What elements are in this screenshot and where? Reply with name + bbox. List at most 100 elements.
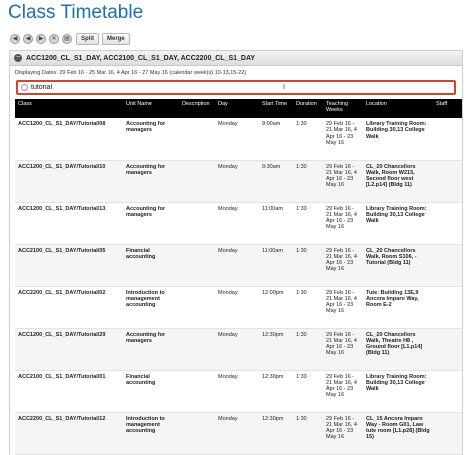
- toolbar: ◀ ◀ ▶ ✕ ▤ Split Merge: [10, 31, 130, 46]
- duration-cell: 1:30: [293, 202, 323, 245]
- teaching-weeks-cell: 29 Feb 16 - 21 Mar 16, 4 Apr 16 - 23 May…: [323, 412, 363, 455]
- class-link[interactable]: ACC2200_CL_S1_DAY/Tutorial/12: [15, 412, 123, 455]
- teaching-weeks-cell: 29 Feb 16 - 21 Mar 16, 4 Apr 16 - 23 May…: [323, 202, 363, 245]
- panel-title: ACC1200_CL_S1_DAY, ACC2100_CL_S1_DAY, AC…: [26, 54, 256, 62]
- col-header-start-time[interactable]: Start Time: [259, 99, 293, 118]
- col-header-description[interactable]: Description: [179, 99, 215, 118]
- unit-name-link[interactable]: Accounting for managers: [123, 202, 179, 245]
- table-row: ACC2200_CL_S1_DAY/Tutorial/12 Introducti…: [15, 412, 462, 455]
- day-cell: Monday: [215, 412, 259, 455]
- class-link[interactable]: ACC1200_CL_S1_DAY/Tutorial/10: [15, 160, 123, 203]
- duration-cell: 1:30: [293, 118, 323, 161]
- duration-cell: 1:30: [293, 328, 323, 371]
- description-cell: [179, 202, 215, 245]
- class-link[interactable]: ACC1200_CL_S1_DAY/Tutorial/08: [15, 118, 123, 161]
- collapse-icon[interactable]: −: [14, 54, 22, 62]
- staff-cell: [433, 286, 462, 329]
- table-row: ACC1200_CL_S1_DAY/Tutorial/08 Accounting…: [15, 118, 462, 161]
- staff-cell: [433, 370, 462, 413]
- staff-cell: [433, 202, 462, 245]
- filter-box[interactable]: I: [16, 80, 456, 95]
- description-cell: [179, 244, 215, 287]
- description-cell: [179, 370, 215, 413]
- start-time-cell: 12:30pm: [259, 412, 293, 455]
- location-link[interactable]: Tute: Building 13E,9 Ancora Imparo Way, …: [363, 286, 433, 329]
- description-cell: [179, 412, 215, 455]
- col-header-duration[interactable]: Duration: [293, 99, 323, 118]
- location-link[interactable]: CL_15 Ancora Imparo Way - Room G01, Law …: [363, 412, 433, 455]
- unit-name-link[interactable]: Accounting for managers: [123, 328, 179, 371]
- location-link[interactable]: CL_20 Chancellors Walk, Theatre H8 , Gro…: [363, 328, 433, 371]
- col-header-teaching-weeks[interactable]: Teaching Weeks: [323, 99, 363, 118]
- timetable-table: Class Unit Name Description Day Start Ti…: [15, 99, 462, 455]
- unit-name-link[interactable]: Financial accounting: [123, 370, 179, 413]
- start-time-cell: 12:00pm: [259, 286, 293, 329]
- page-title: Class Timetable: [8, 2, 144, 23]
- teaching-weeks-cell: 29 Feb 16 - 21 Mar 16, 4 Apr 16 - 23 May…: [323, 160, 363, 203]
- staff-cell: [433, 244, 462, 287]
- start-time-cell: 11:00am: [259, 202, 293, 245]
- staff-cell: [433, 412, 462, 455]
- staff-cell: [433, 328, 462, 371]
- timetable-panel: − ACC1200_CL_S1_DAY, ACC2100_CL_S1_DAY, …: [9, 50, 463, 455]
- col-header-location[interactable]: Location: [363, 99, 433, 118]
- duration-cell: 1:30: [293, 244, 323, 287]
- class-link[interactable]: ACC1200_CL_S1_DAY/Tutorial/29: [15, 328, 123, 371]
- duration-cell: 1:30: [293, 286, 323, 329]
- class-link[interactable]: ACC2200_CL_S1_DAY/Tutorial/02: [15, 286, 123, 329]
- location-link[interactable]: Library Training Room: Building 30,13 Co…: [363, 118, 433, 161]
- col-header-unit-name[interactable]: Unit Name: [123, 99, 179, 118]
- displaying-dates: Displaying Dates: 29 Feb 16 - 25 Mar 16,…: [15, 70, 247, 76]
- table-row: ACC2100_CL_S1_DAY/Tutorial/05 Financial …: [15, 244, 462, 287]
- split-button[interactable]: Split: [76, 32, 99, 45]
- class-link[interactable]: ACC1200_CL_S1_DAY/Tutorial/13: [15, 202, 123, 245]
- unit-name-link[interactable]: Accounting for managers: [123, 118, 179, 161]
- table-row: ACC1200_CL_S1_DAY/Tutorial/13 Accounting…: [15, 202, 462, 245]
- text-cursor-icon: I: [283, 84, 285, 91]
- start-time-cell: 9:30am: [259, 160, 293, 203]
- day-cell: Monday: [215, 118, 259, 161]
- location-link[interactable]: Library Training Room: Building 30,13 Co…: [363, 202, 433, 245]
- unit-name-link[interactable]: Financial accounting: [123, 244, 179, 287]
- day-cell: Monday: [215, 328, 259, 371]
- col-header-class[interactable]: Class: [15, 99, 123, 118]
- start-time-cell: 9:00am: [259, 118, 293, 161]
- table-row: ACC2200_CL_S1_DAY/Tutorial/02 Introducti…: [15, 286, 462, 329]
- description-cell: [179, 118, 215, 161]
- duration-cell: 1:30: [293, 160, 323, 203]
- table-row: ACC1200_CL_S1_DAY/Tutorial/10 Accounting…: [15, 160, 462, 203]
- merge-button[interactable]: Merge: [102, 32, 130, 45]
- location-link[interactable]: Library Training Room: Building 30,13 Co…: [363, 370, 433, 413]
- search-icon: [21, 84, 28, 91]
- filter-input[interactable]: [31, 84, 231, 91]
- prev-icon[interactable]: ◀: [23, 33, 33, 44]
- location-link[interactable]: CL_20 Chancellors Walk, Room S106, - Tut…: [363, 244, 433, 287]
- description-cell: [179, 286, 215, 329]
- unit-name-link[interactable]: Introduction to management accounting: [123, 286, 179, 329]
- col-header-day[interactable]: Day: [215, 99, 259, 118]
- table-header-row: Class Unit Name Description Day Start Ti…: [15, 99, 462, 118]
- print-icon[interactable]: ▤: [62, 33, 72, 44]
- unit-name-link[interactable]: Accounting for managers: [123, 160, 179, 203]
- next-icon[interactable]: ▶: [36, 33, 46, 44]
- day-cell: Monday: [215, 370, 259, 413]
- day-cell: Monday: [215, 202, 259, 245]
- location-link[interactable]: CL_20 Chancellors Walk, Room W215, Secon…: [363, 160, 433, 203]
- unit-name-link[interactable]: Introduction to management accounting: [123, 412, 179, 455]
- first-icon[interactable]: ◀: [10, 33, 20, 44]
- teaching-weeks-cell: 29 Feb 16 - 21 Mar 16, 4 Apr 16 - 23 May…: [323, 118, 363, 161]
- teaching-weeks-cell: 29 Feb 16 - 21 Mar 16, 4 Apr 16 - 23 May…: [323, 370, 363, 413]
- panel-header[interactable]: − ACC1200_CL_S1_DAY, ACC2100_CL_S1_DAY, …: [10, 51, 462, 66]
- duration-cell: 1:30: [293, 412, 323, 455]
- duration-cell: 1:30: [293, 370, 323, 413]
- class-link[interactable]: ACC2100_CL_S1_DAY/Tutorial/01: [15, 370, 123, 413]
- close-icon[interactable]: ✕: [49, 33, 59, 44]
- staff-cell: [433, 118, 462, 161]
- teaching-weeks-cell: 29 Feb 16 - 21 Mar 16, 4 Apr 16 - 23 May…: [323, 286, 363, 329]
- description-cell: [179, 160, 215, 203]
- start-time-cell: 12:30pm: [259, 370, 293, 413]
- staff-cell: [433, 160, 462, 203]
- class-link[interactable]: ACC2100_CL_S1_DAY/Tutorial/05: [15, 244, 123, 287]
- day-cell: Monday: [215, 160, 259, 203]
- col-header-staff[interactable]: Staff: [433, 99, 462, 118]
